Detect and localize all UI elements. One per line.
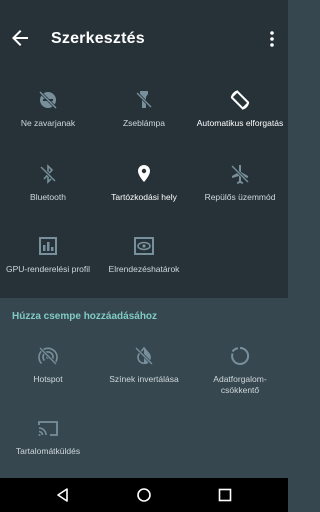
tile-label: Színek invertálása [109,374,179,384]
current-tiles-panel: Ne zavarjanak Zseblámpa Automatikus elfo… [0,64,288,298]
add-tile-cast[interactable]: Tartalomátküldés [0,416,96,476]
tile-bluetooth[interactable]: Bluetooth [0,162,96,222]
bluetooth-disabled-icon [39,164,57,184]
tile-layout-bounds[interactable]: Elrendezéshatárok [96,234,192,294]
tile-flashlight[interactable]: Zseblámpa [96,88,192,148]
tile-label: Zseblámpa [122,118,166,128]
hotspot-off-icon [38,346,58,366]
location-pin-icon [138,165,150,182]
more-options-icon[interactable] [264,28,280,50]
add-tile-data-saver[interactable]: Adatforgalom- csökkentő [192,344,288,404]
tile-do-not-disturb[interactable]: Ne zavarjanak [0,88,96,148]
tile-label-line1: Adatforgalom- [213,374,267,384]
app-bar: Szerkesztés [0,0,288,64]
add-tile-hotspot[interactable]: Hotspot [0,344,96,404]
add-tile-invert-colors[interactable]: Színek invertálása [96,344,192,404]
tile-gpu-profile[interactable]: GPU-renderelési profil [0,234,96,294]
tile-label: Bluetooth [30,192,66,202]
tile-label: Hotspot [33,374,63,384]
auto-rotate-icon [230,90,250,110]
data-saver-icon [231,346,250,365]
do-not-disturb-off-icon [38,90,58,110]
tile-label: Adatforgalom- csökkentő [192,374,288,396]
gpu-profile-icon [39,237,57,255]
tile-label-line2: csökkentő [220,385,260,395]
tile-airplane-mode[interactable]: Repülős üzemmód [192,162,288,222]
tile-label: GPU-renderelési profil [5,264,91,274]
add-tiles-header: Húzza csempe hozzáadásához [12,311,158,322]
airplane-off-icon [230,164,250,184]
tile-label: Automatikus elforgatás [196,118,284,128]
page-title: Szerkesztés [51,30,145,47]
tile-label: Repülős üzemmód [204,192,276,202]
tile-label: Elrendezéshatárok [108,264,180,274]
invert-colors-icon [134,346,154,366]
flashlight-off-icon [135,91,153,109]
home-circle-icon[interactable] [136,487,152,503]
tile-label: Ne zavarjanak [20,118,76,128]
back-arrow-icon[interactable] [8,26,32,50]
tile-location[interactable]: Tartózkodási hely [96,162,192,222]
recents-square-icon[interactable] [217,487,233,503]
cast-icon [38,421,58,436]
back-triangle-icon[interactable] [55,487,71,503]
layout-bounds-icon [134,237,154,255]
tile-label: Tartalomátküldés [15,446,81,456]
navigation-bar [0,478,288,512]
tile-label: Tartózkodási hely [111,192,177,202]
tile-auto-rotate[interactable]: Automatikus elforgatás [192,88,288,148]
